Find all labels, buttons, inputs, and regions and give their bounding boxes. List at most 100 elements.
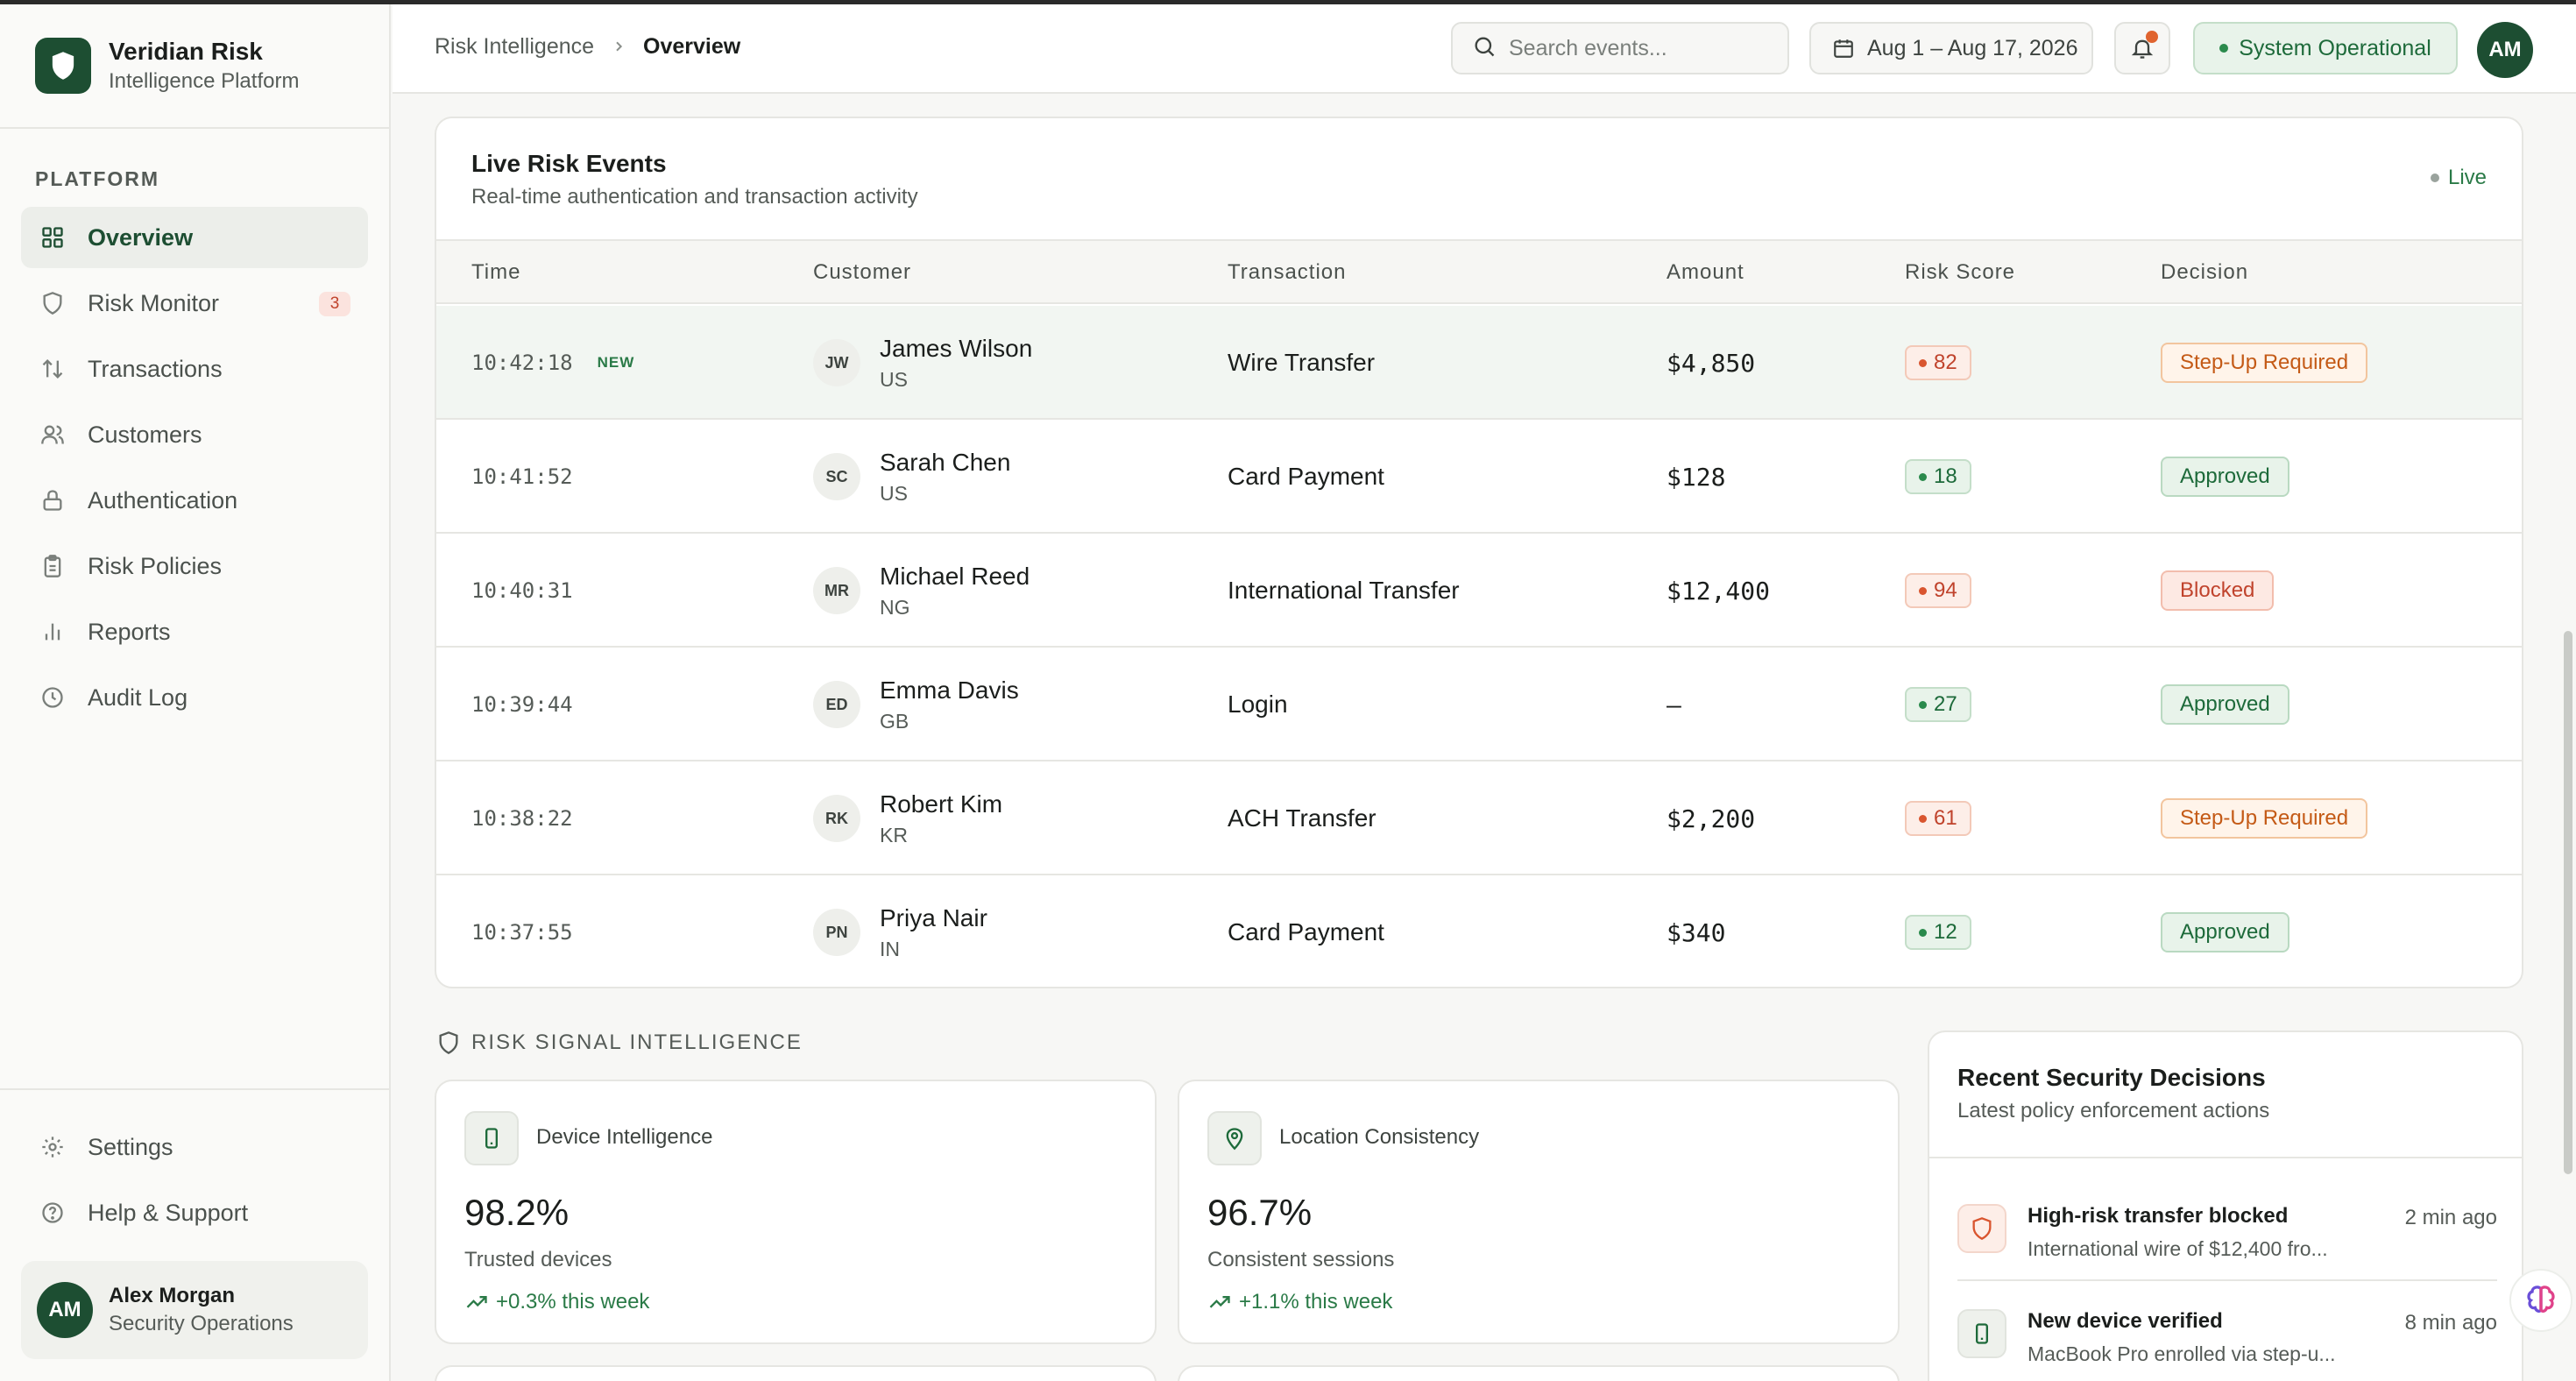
risk-score-badge: 82 — [1905, 345, 1971, 380]
customer-name: Sarah Chen — [880, 448, 1011, 476]
column-header-time[interactable]: Time — [471, 260, 520, 285]
decision-badge[interactable]: Approved — [2161, 457, 2289, 497]
risk-monitor-count-badge: 3 — [319, 292, 350, 316]
decision-cell: Blocked — [2161, 534, 2275, 648]
table-row[interactable]: 10:39:44 ED Emma Davis GB Login — 27 Approved — [436, 648, 2522, 761]
sidebar-item-transactions[interactable]: Transactions — [21, 338, 368, 400]
decision-badge[interactable]: Step-Up Required — [2161, 343, 2368, 383]
signal-title: Device Intelligence — [536, 1125, 713, 1149]
customer-cell: MR Michael Reed NG — [813, 534, 1030, 648]
date-range-picker[interactable]: Aug 1 – Aug 17, 2026 — [1809, 22, 2093, 74]
decision-time: 8 min ago — [2404, 1311, 2497, 1335]
sidebar-item-reports[interactable]: Reports — [21, 601, 368, 662]
customer-name: Michael Reed — [880, 562, 1030, 590]
brand[interactable]: Veridian Risk Intelligence Platform — [0, 4, 389, 129]
search-icon — [1472, 34, 1497, 63]
section-label-text: RISK SIGNAL INTELLIGENCE — [471, 1030, 803, 1054]
search-box[interactable] — [1451, 22, 1789, 74]
decision-badge[interactable]: Approved — [2161, 684, 2289, 725]
customer-country: IN — [880, 937, 900, 960]
signal-title: Location Consistency — [1279, 1125, 1480, 1149]
decision-heading: New device verified — [2028, 1309, 2223, 1333]
decision-badge[interactable]: Step-Up Required — [2161, 798, 2368, 839]
notifications-button[interactable] — [2114, 22, 2170, 74]
signal-card-device[interactable]: Device Intelligence 98.2% Trusted device… — [435, 1080, 1157, 1344]
column-header-customer[interactable]: Customer — [813, 260, 911, 285]
time-cell: 10:37:55 — [471, 875, 573, 987]
customer-cell: SC Sarah Chen US — [813, 420, 1010, 534]
decision-badge[interactable]: Approved — [2161, 912, 2289, 953]
risk-score-badge: 18 — [1905, 459, 1971, 494]
signal-card-location[interactable]: Location Consistency 96.7% Consistent se… — [1178, 1080, 1900, 1344]
help-circle-icon — [39, 1199, 67, 1227]
decision-item[interactable]: New device verified MacBook Pro enrolled… — [1957, 1281, 2497, 1381]
transaction-cell: Card Payment — [1228, 420, 1384, 534]
transaction-type: International Transfer — [1228, 577, 1460, 604]
score-dot — [1919, 358, 1927, 367]
user-profile-card[interactable]: AM Alex Morgan Security Operations — [21, 1261, 368, 1359]
sidebar-item-help[interactable]: Help & Support — [21, 1182, 368, 1243]
column-header-risk-score[interactable]: Risk Score — [1905, 260, 2015, 285]
sidebar-item-settings[interactable]: Settings — [21, 1116, 368, 1178]
live-risk-events-panel: Live Risk Events Real-time authenticatio… — [435, 117, 2523, 988]
transaction-cell: Card Payment — [1228, 875, 1384, 987]
transaction-type: ACH Transfer — [1228, 804, 1376, 832]
sidebar-item-customers[interactable]: Customers — [21, 404, 368, 465]
risk-score-cell: 12 — [1905, 875, 1971, 987]
calendar-icon — [1832, 37, 1855, 60]
panel-subtitle: Latest policy enforcement actions — [1957, 1099, 2270, 1123]
table-row[interactable]: 10:37:55 PN Priya Nair IN Card Payment $340 12… — [436, 875, 2522, 987]
decision-badge[interactable]: Blocked — [2161, 570, 2275, 611]
decision-cell: Approved — [2161, 420, 2289, 534]
sidebar-item-audit-log[interactable]: Audit Log — [21, 667, 368, 728]
assistant-brain-button[interactable] — [2509, 1269, 2572, 1332]
transaction-cell: ACH Transfer — [1228, 761, 1376, 875]
breadcrumb-parent[interactable]: Risk Intelligence — [435, 34, 594, 60]
score-dot — [1919, 472, 1927, 481]
live-dot — [2430, 174, 2439, 182]
sidebar-item-overview[interactable]: Overview — [21, 207, 368, 268]
notification-dot — [2146, 31, 2158, 43]
column-header-transaction[interactable]: Transaction — [1228, 260, 1347, 285]
search-input[interactable] — [1509, 35, 1772, 61]
avatar: SC — [813, 453, 860, 500]
clipboard-icon — [39, 552, 67, 580]
customer-name: Emma Davis — [880, 676, 1019, 704]
user-avatar-button[interactable]: AM — [2477, 22, 2533, 78]
table-row[interactable]: 10:38:22 RK Robert Kim KR ACH Transfer $2,200… — [436, 761, 2522, 875]
breadcrumb: Risk Intelligence Overview — [435, 34, 740, 60]
brand-name: Veridian Risk — [109, 38, 263, 65]
shield-icon — [1957, 1204, 2006, 1253]
decision-text: International wire of $12,400 fro... — [2028, 1237, 2328, 1260]
table-row[interactable]: 10:40:31 MR Michael Reed NG International Tr… — [436, 534, 2522, 648]
sidebar-item-risk-policies[interactable]: Risk Policies — [21, 535, 368, 597]
signal-description: Trusted devices — [464, 1248, 612, 1271]
sidebar-bottom: Settings Help & Support AM Alex Morgan S… — [0, 1088, 389, 1381]
avatar: AM — [37, 1282, 93, 1338]
decision-cell: Approved — [2161, 875, 2289, 987]
event-time: 10:37:55 — [471, 920, 573, 945]
table-row[interactable]: 10:41:52 SC Sarah Chen US Card Payment $128 18… — [436, 420, 2522, 534]
lock-icon — [39, 486, 67, 514]
table-row[interactable]: 10:42:18 NEW JW James Wilson US Wire Transfer… — [436, 306, 2522, 420]
smartphone-icon — [464, 1111, 519, 1165]
trending-up-icon — [1207, 1290, 1239, 1314]
risk-score-value: 94 — [1934, 578, 1957, 602]
column-header-decision[interactable]: Decision — [2161, 260, 2248, 285]
score-dot — [1919, 586, 1927, 595]
decision-item[interactable]: High-risk transfer blocked International… — [1957, 1176, 2497, 1281]
sidebar-item-authentication[interactable]: Authentication — [21, 470, 368, 531]
sidebar-item-risk-monitor[interactable]: Risk Monitor 3 — [21, 273, 368, 334]
risk-score-badge: 94 — [1905, 573, 1971, 608]
sidebar-item-label: Customers — [88, 421, 202, 448]
avatar: MR — [813, 567, 860, 614]
panel-subtitle: Real-time authentication and transaction… — [471, 185, 918, 209]
user-role: Security Operations — [109, 1312, 294, 1335]
risk-score-value: 61 — [1934, 806, 1957, 830]
page-scrollbar[interactable] — [2564, 631, 2572, 1174]
time-cell: 10:38:22 — [471, 761, 573, 875]
column-header-amount[interactable]: Amount — [1667, 260, 1744, 285]
system-status-badge[interactable]: System Operational — [2193, 22, 2458, 74]
decision-text: MacBook Pro enrolled via step-u... — [2028, 1342, 2336, 1365]
new-tag: NEW — [597, 354, 635, 371]
